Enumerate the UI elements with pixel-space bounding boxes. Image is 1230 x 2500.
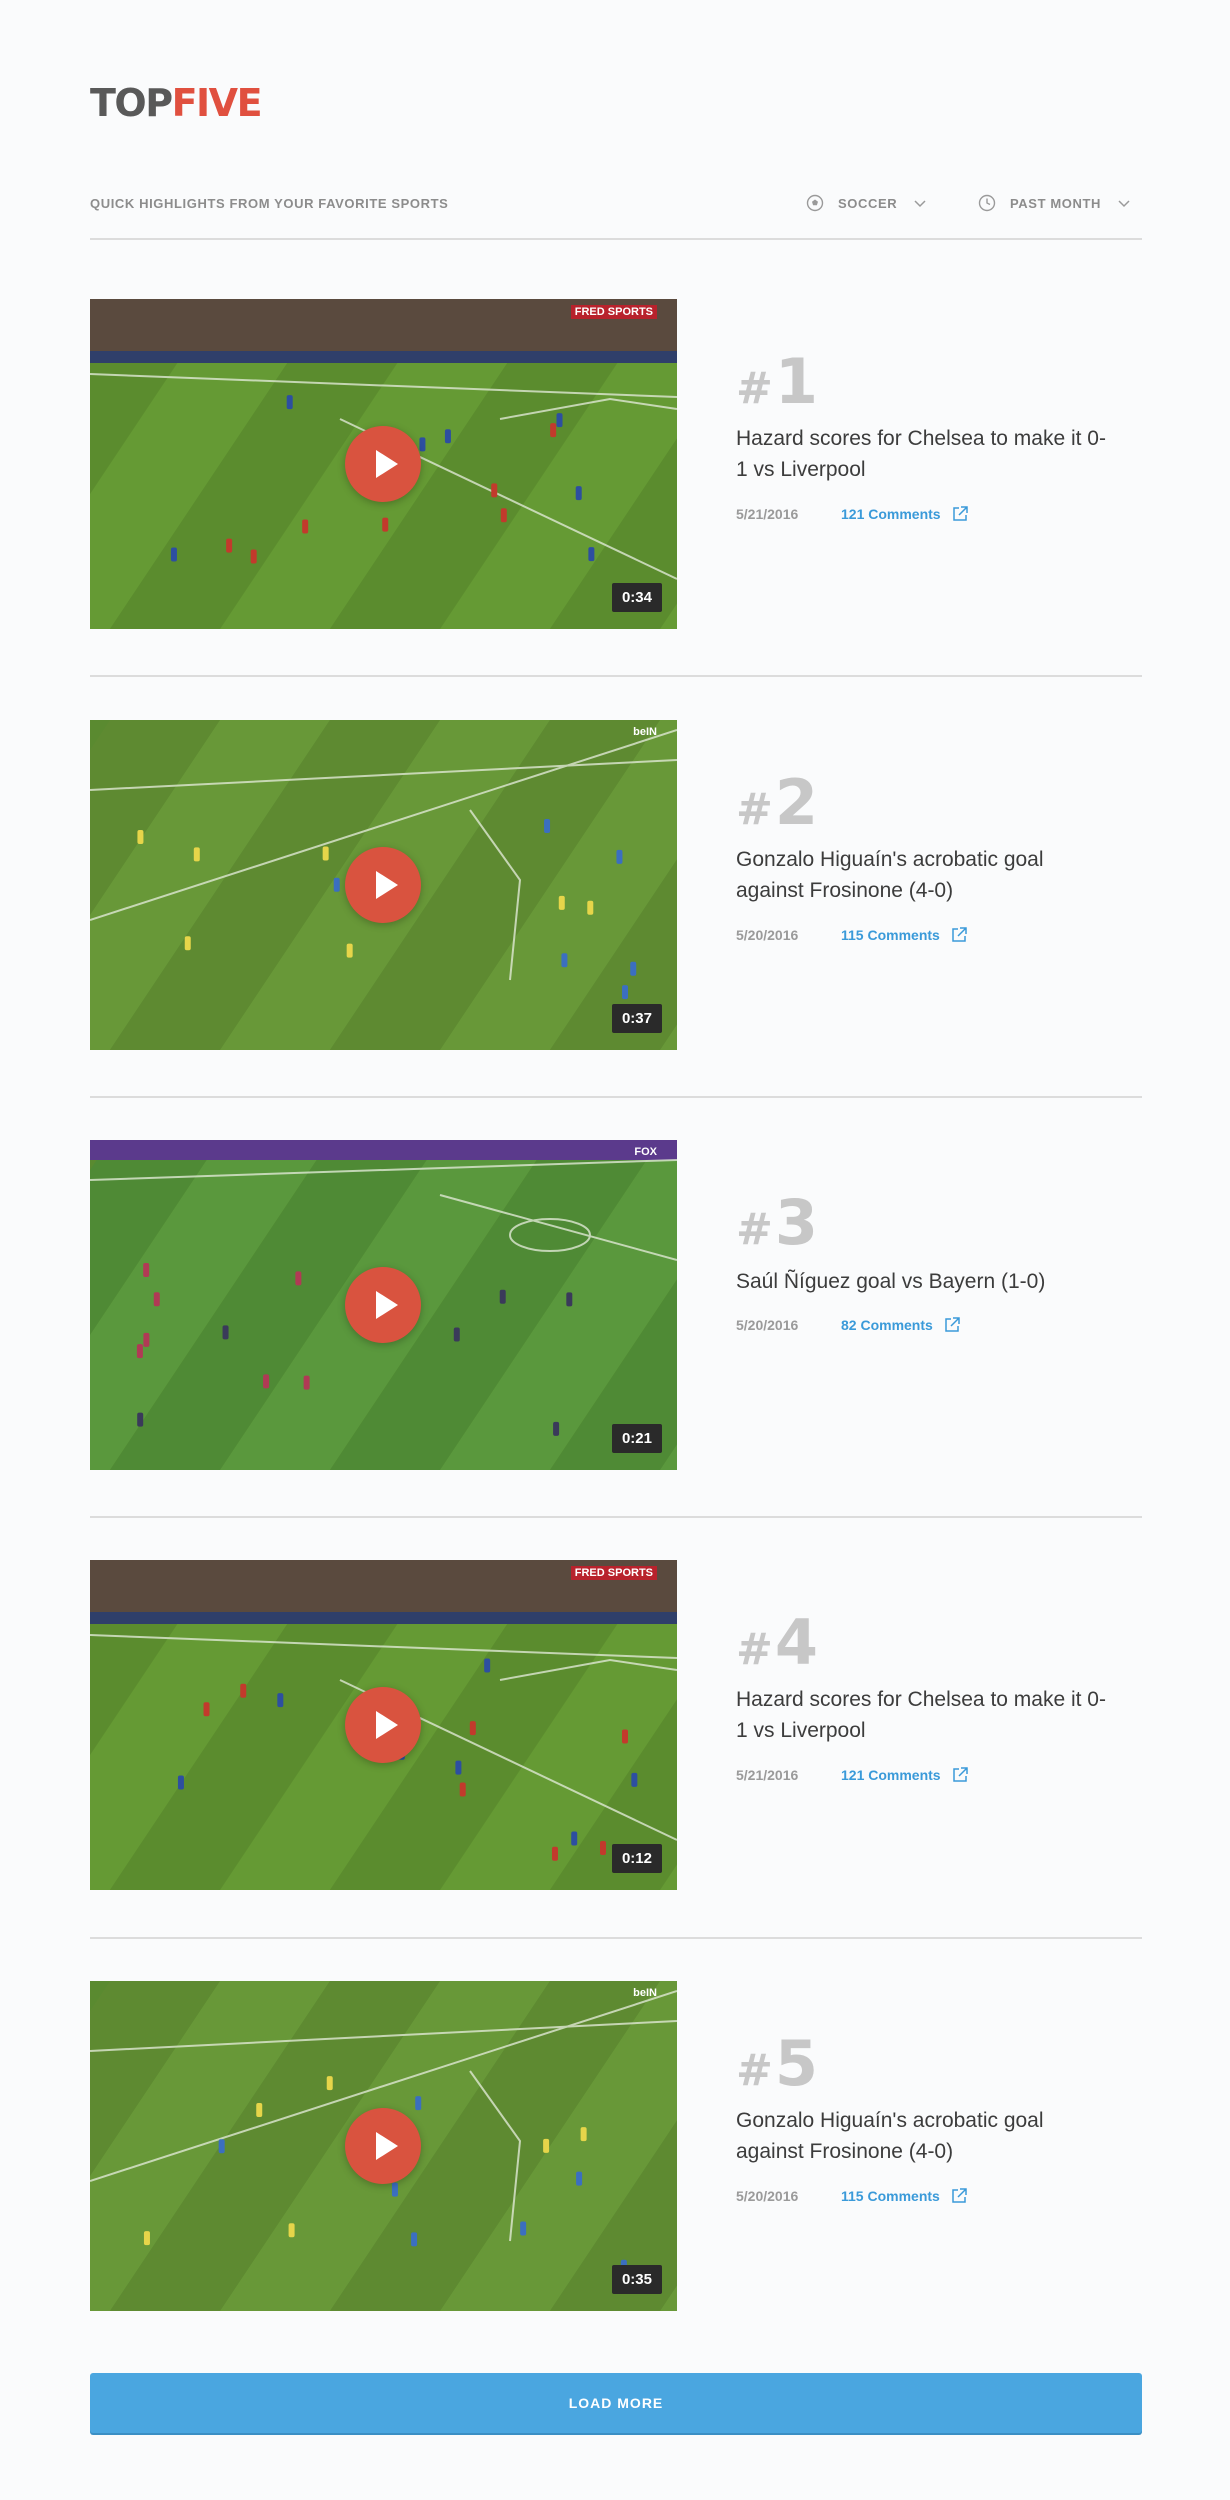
item-divider [90,1516,1142,1518]
logo-five: FIVE [171,81,263,125]
video-thumbnail[interactable]: beIN 0:35 [90,1981,677,2311]
external-link-icon[interactable] [951,505,969,523]
post-date: 5/20/2016 [736,1317,799,1333]
comments-link[interactable]: 82 Comments [841,1317,933,1333]
highlight-title[interactable]: Saúl Ñíguez goal vs Bayern (1-0) [736,1266,1116,1297]
video-duration: 0:12 [611,1844,662,1873]
video-duration: 0:34 [611,583,662,612]
post-date: 5/20/2016 [736,2188,799,2204]
video-duration: 0:21 [611,1424,662,1453]
tagline: QUICK HIGHLIGHTS FROM YOUR FAVORITE SPOR… [90,196,449,211]
highlight-meta: 5/21/2016 121 Comments [736,1766,969,1784]
video-duration: 0:37 [611,1004,662,1033]
filter-bar: QUICK HIGHLIGHTS FROM YOUR FAVORITE SPOR… [90,190,1142,240]
highlight-item-5: beIN 0:35 #5 Gonzalo Higuaín's acrobatic… [90,1981,1142,2401]
network-logo: FOX [634,1146,657,1158]
video-duration: 0:35 [611,2265,662,2294]
external-link-icon[interactable] [951,1766,969,1784]
highlight-item-2: beIN 0:37 #2 Gonzalo Higuaín's acrobatic… [90,720,1142,1140]
item-divider [90,1937,1142,1939]
play-button[interactable] [345,1267,421,1343]
highlight-title[interactable]: Gonzalo Higuaín's acrobatic goal against… [736,844,1116,906]
comments-link[interactable]: 115 Comments [841,927,940,943]
post-date: 5/20/2016 [736,927,799,943]
sport-filter-label: SOCCER [838,195,898,211]
soccer-ball-icon [806,194,824,212]
comments-link[interactable]: 121 Comments [841,506,941,522]
highlight-title[interactable]: Hazard scores for Chelsea to make it 0-1… [736,1684,1116,1746]
network-logo: beIN [633,726,657,738]
highlight-meta: 5/20/2016 82 Comments [736,1316,961,1334]
logo[interactable]: TOPFIVE [90,81,263,125]
post-date: 5/21/2016 [736,1767,799,1783]
play-button[interactable] [345,1687,421,1763]
chevron-down-icon [914,200,926,208]
load-more-button[interactable]: LOAD MORE [90,2373,1142,2433]
rank-number: #3 [736,1186,818,1259]
sport-filter-dropdown[interactable]: SOCCER [806,190,927,216]
play-button[interactable] [345,847,421,923]
play-button[interactable] [345,426,421,502]
logo-top: TOP [90,81,173,125]
comments-link[interactable]: 121 Comments [841,1767,941,1783]
item-divider [90,1096,1142,1098]
video-thumbnail[interactable]: FOX 0:21 [90,1140,677,1470]
highlight-meta: 5/20/2016 115 Comments [736,926,968,944]
play-button[interactable] [345,2108,421,2184]
item-divider [90,675,1142,677]
network-logo: beIN [633,1987,657,1999]
time-filter-dropdown[interactable]: PAST MONTH [978,190,1131,216]
highlight-title[interactable]: Gonzalo Higuaín's acrobatic goal against… [736,2105,1116,2167]
highlight-item-3: FOX 0:21 #3 Saúl Ñíguez goal vs Bayern (… [90,1140,1142,1560]
external-link-icon[interactable] [950,926,968,944]
post-date: 5/21/2016 [736,506,799,522]
video-thumbnail[interactable]: FRED SPORTS 0:12 [90,1560,677,1890]
highlight-meta: 5/21/2016 121 Comments [736,505,969,523]
video-thumbnail[interactable]: FRED SPORTS 0:34 [90,299,677,629]
clock-icon [978,194,996,212]
network-logo: FRED SPORTS [570,1566,657,1580]
comments-link[interactable]: 115 Comments [841,2188,940,2204]
highlight-item-1: FRED SPORTS 0:34 #1 Hazard scores for Ch… [90,299,1142,719]
highlight-meta: 5/20/2016 115 Comments [736,2187,968,2205]
rank-number: #1 [736,345,818,418]
rank-number: #5 [736,2027,818,2100]
video-thumbnail[interactable]: beIN 0:37 [90,720,677,1050]
time-filter-label: PAST MONTH [1010,195,1101,211]
highlight-title[interactable]: Hazard scores for Chelsea to make it 0-1… [736,423,1116,485]
external-link-icon[interactable] [950,2187,968,2205]
rank-number: #2 [736,766,818,839]
network-logo: FRED SPORTS [570,305,657,319]
rank-number: #4 [736,1606,818,1679]
highlight-item-4: FRED SPORTS 0:12 #4 Hazard scores for Ch… [90,1560,1142,1980]
external-link-icon[interactable] [943,1316,961,1334]
chevron-down-icon [1118,200,1130,208]
